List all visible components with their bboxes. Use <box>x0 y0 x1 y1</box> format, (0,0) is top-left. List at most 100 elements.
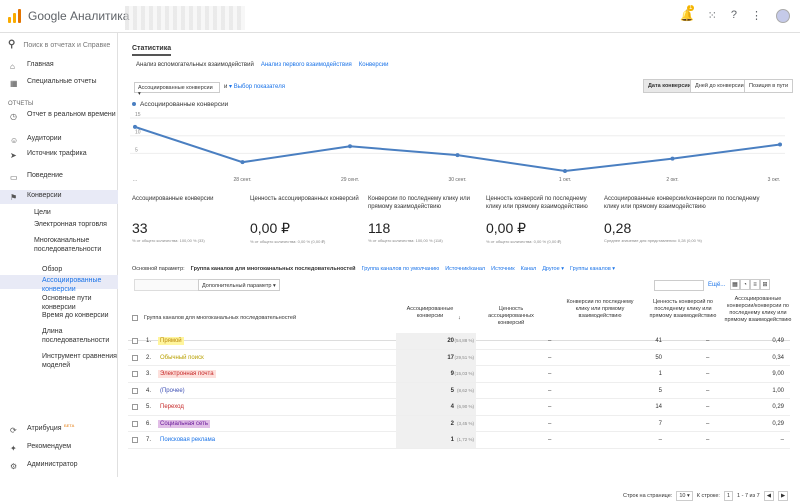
rows-per-page-select[interactable]: 10 ▾ <box>676 491 693 501</box>
kpi-subtext: % от общего количества: 0,00 % (0,00 ₽) <box>250 239 326 244</box>
avatar[interactable] <box>776 9 790 23</box>
row-checkbox[interactable] <box>132 354 138 361</box>
primary-dimension-label: Основной параметр: <box>132 266 185 272</box>
col-last-click-value[interactable]: Ценность конверсий по последнему клику и… <box>643 299 723 320</box>
sidebar-item-label: Аудитории <box>27 135 62 142</box>
channel-link[interactable]: Прямой <box>158 337 184 345</box>
sidebar-item-2-report[interactable]: ➤ Источник трафика <box>0 148 118 162</box>
table-row[interactable]: 5. Переход 4 (6,90 %) – 14 – 0,29 <box>128 399 790 416</box>
sidebar-search[interactable]: ⚲ Поиск в отчетах и Справке <box>8 39 110 50</box>
analytics-logo-icon[interactable] <box>8 9 22 23</box>
sidebar-item-2-bottom[interactable]: ⚙ Администратор <box>0 459 118 473</box>
dimension-option[interactable]: Источник <box>491 266 514 272</box>
channel-link[interactable]: Социальная сеть <box>158 419 210 428</box>
view-button-days[interactable]: Дней до конверсии <box>690 79 749 93</box>
dimension-option[interactable]: Группы каналов ▾ <box>570 266 615 272</box>
goto-input[interactable]: 1 <box>723 491 734 501</box>
dimension-option[interactable]: Группа каналов по умолчанию <box>362 266 440 272</box>
row-checkbox[interactable] <box>132 338 138 344</box>
more-icon[interactable]: ⋮ <box>751 9 762 23</box>
choose-metric-link[interactable]: и ▾ Выбор показателя <box>224 83 285 90</box>
table-search-input[interactable] <box>654 280 704 291</box>
row-checkbox[interactable] <box>132 437 138 443</box>
subtab-assisted[interactable]: Анализ вспомогательных взаимодействий <box>136 62 254 68</box>
dimension-option[interactable]: Группа каналов для многоканальных послед… <box>191 266 356 272</box>
row-checkbox[interactable] <box>132 387 138 394</box>
last-click-cell: – <box>658 437 662 443</box>
col-last-click[interactable]: Конверсии по последнему клику или прямом… <box>560 299 640 320</box>
sidebar-item-0-bottom[interactable]: ⟳ Атрибуция БЕТА <box>0 423 118 437</box>
sidebar-item-4-report[interactable]: ⚑ Конверсии <box>0 190 118 204</box>
tab-statistics[interactable]: Статистика <box>132 45 172 56</box>
brand-title[interactable]: Google Аналитика <box>28 9 129 23</box>
dimension-option[interactable]: Канал <box>521 266 537 272</box>
goto-label: К строке: <box>696 493 720 499</box>
row-checkbox[interactable] <box>132 420 138 427</box>
apps-icon[interactable]: ⁙ <box>708 9 717 23</box>
sidebar-item-1-sub[interactable]: Электронная торговля <box>0 219 118 233</box>
col-channel[interactable]: Группа каналов для многоканальных послед… <box>144 315 296 322</box>
assoc-value-cell: – <box>548 371 552 377</box>
sidebar-item-4-sub[interactable]: Ассоциированные конверсии <box>0 275 118 293</box>
dimension-option[interactable]: Другое ▾ <box>542 266 564 272</box>
table-view-icon[interactable]: ▦ <box>730 279 740 290</box>
sidebar-item-label: Атрибуция <box>27 425 62 432</box>
view-button-date[interactable]: Дата конверсии <box>643 79 697 93</box>
col-assoc[interactable]: Ассоциированные конверсии <box>400 306 460 320</box>
sidebar-item-7-sub[interactable]: Длина последовательности <box>0 326 118 344</box>
prev-page-icon[interactable]: ◀ <box>763 491 774 501</box>
channel-link[interactable]: Обычный поиск <box>158 353 206 362</box>
x-tick-label: 30 сент. <box>448 177 466 183</box>
assoc-pct: (8,62 %) <box>456 387 474 393</box>
table-row[interactable]: 6. Социальная сеть 2 (3,45 %) – 7 – 0,29 <box>128 415 790 432</box>
compare-view-icon[interactable]: ≡ <box>750 279 760 290</box>
subtab-conversions[interactable]: Конверсии <box>359 62 389 68</box>
table-row[interactable]: 2. Обычный поиск 17 (29,51 %) – 50 – 0,34 <box>128 349 790 366</box>
notification-badge: 1 <box>686 5 695 11</box>
sidebar-item-1-bottom[interactable]: ✦ Рекомендуем <box>0 441 118 455</box>
metric-select[interactable]: Ассоциированные конверсии ▾ <box>134 82 220 97</box>
table-row[interactable]: 1. Прямой 20 (54,88 %) – 41 – 0,49 <box>128 333 790 350</box>
channel-link[interactable]: Переход <box>158 403 186 411</box>
last-click-value-cell: – <box>706 354 710 361</box>
row-number: 1. <box>146 338 152 344</box>
sidebar-item-1-top[interactable]: ▦ Специальные отчеты <box>0 76 118 90</box>
kpi-subtext: % от общего количества: 100,00 % (118) <box>368 238 443 243</box>
sidebar-item-3-report[interactable]: ▭ Поведение <box>0 170 118 184</box>
sidebar-item-2-sub[interactable]: Многоканальные последовательности <box>0 235 118 253</box>
source-icon: ➤ <box>10 151 17 160</box>
next-page-icon[interactable]: ▶ <box>777 491 789 501</box>
help-icon[interactable]: ? <box>731 9 737 23</box>
dimension-option[interactable]: Источник/канал <box>445 266 485 272</box>
row-checkbox[interactable] <box>132 371 138 377</box>
pie-view-icon[interactable]: ◔ <box>740 279 750 290</box>
add-parameter-select[interactable]: Дополнительный параметр ▾ <box>198 279 280 291</box>
account-selector[interactable] <box>125 6 245 30</box>
channel-link[interactable]: Поисковая реклама <box>158 436 218 444</box>
channel-link[interactable]: (Прочее) <box>158 386 187 395</box>
sort-arrow-icon[interactable]: ↓ <box>458 315 461 322</box>
select-all-checkbox[interactable] <box>132 315 138 321</box>
subtab-first[interactable]: Анализ первого взаимодействия <box>261 62 352 68</box>
table-row[interactable]: 4. (Прочее) 5 (8,62 %) – 5 – 1,00 <box>128 382 790 399</box>
pivot-view-icon[interactable]: ⊞ <box>760 279 770 290</box>
bell-icon[interactable]: 🔔 1 <box>680 5 695 23</box>
table-search-more[interactable]: Ещё... <box>708 282 725 288</box>
x-tick-label: … <box>133 177 138 183</box>
sidebar-item-6-sub[interactable]: Время до конверсии <box>0 310 118 324</box>
table-row[interactable]: 7. Поисковая реклама 1 (1,72 %) – – – – <box>128 432 790 449</box>
col-assoc-value[interactable]: Ценность ассоциированных конверсий <box>476 306 546 327</box>
channel-link[interactable]: Электронная почта <box>158 370 216 378</box>
table-row[interactable]: 3. Электронная почта 9 (15,03 %) – 1 – 9,… <box>128 366 790 383</box>
sidebar-item-1-report[interactable]: ☺ Аудитории <box>0 133 118 147</box>
sidebar-item-0-top[interactable]: ⌂ Главная <box>0 59 118 73</box>
row-checkbox[interactable] <box>132 404 138 410</box>
sidebar-item-8-sub[interactable]: Инструмент сравнения моделей <box>0 351 118 369</box>
col-ratio[interactable]: Ассоциированные конверсии/конверсии по п… <box>723 296 793 324</box>
sidebar-item-5-sub[interactable]: Основные пути конверсии <box>0 293 118 311</box>
kpi-subtext: Среднее значение для представления: 0,28… <box>604 238 702 243</box>
view-button-position[interactable]: Позиция в пути <box>744 79 794 93</box>
sidebar-item-0-report[interactable]: ◷ Отчет в реальном времени <box>0 109 118 123</box>
assoc-pct: (29,51 %) <box>454 354 474 360</box>
pagination: Строк на странице: 10 ▾ К строке: 1 1 - … <box>623 491 789 501</box>
